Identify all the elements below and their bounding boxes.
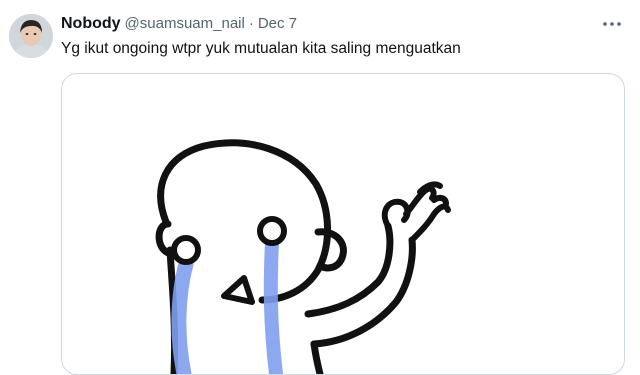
tweet-text: Yg ikut ongoing wtpr yuk mutualan kita s… <box>61 40 461 57</box>
separator-dot: · <box>248 15 254 32</box>
user-handle[interactable]: @suamsuam_nail <box>125 13 245 35</box>
display-name[interactable]: Nobody <box>61 13 121 35</box>
tweet-media[interactable] <box>61 73 625 375</box>
tweet-card[interactable]: Nobody @suamsuam_nail · Dec 7 Yg ikut on… <box>0 0 640 375</box>
tweet-date[interactable]: Dec 7 <box>258 13 297 35</box>
crying-doodle-image <box>155 139 451 374</box>
more-dots-icon[interactable] <box>600 14 624 34</box>
tweet-header: Nobody @suamsuam_nail · Dec 7 <box>61 13 297 35</box>
avatar[interactable] <box>9 14 53 58</box>
avatar-image <box>9 14 53 58</box>
